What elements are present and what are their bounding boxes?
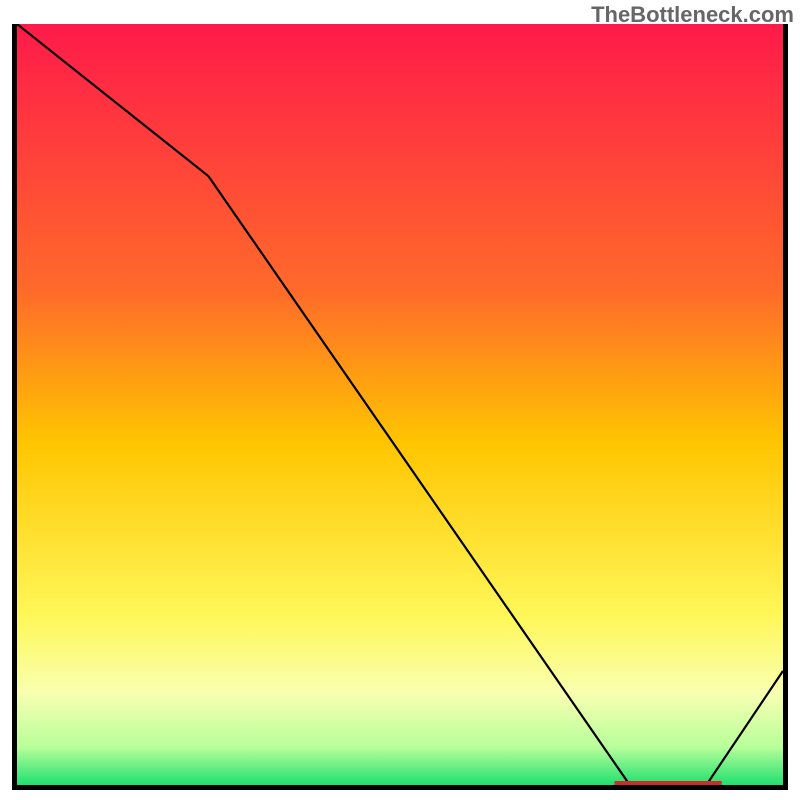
chart-svg	[17, 24, 783, 785]
watermark-label: TheBottleneck.com	[591, 2, 794, 28]
plot-area	[12, 24, 788, 790]
chart-container: TheBottleneck.com	[0, 0, 800, 800]
gradient-background	[17, 24, 783, 785]
